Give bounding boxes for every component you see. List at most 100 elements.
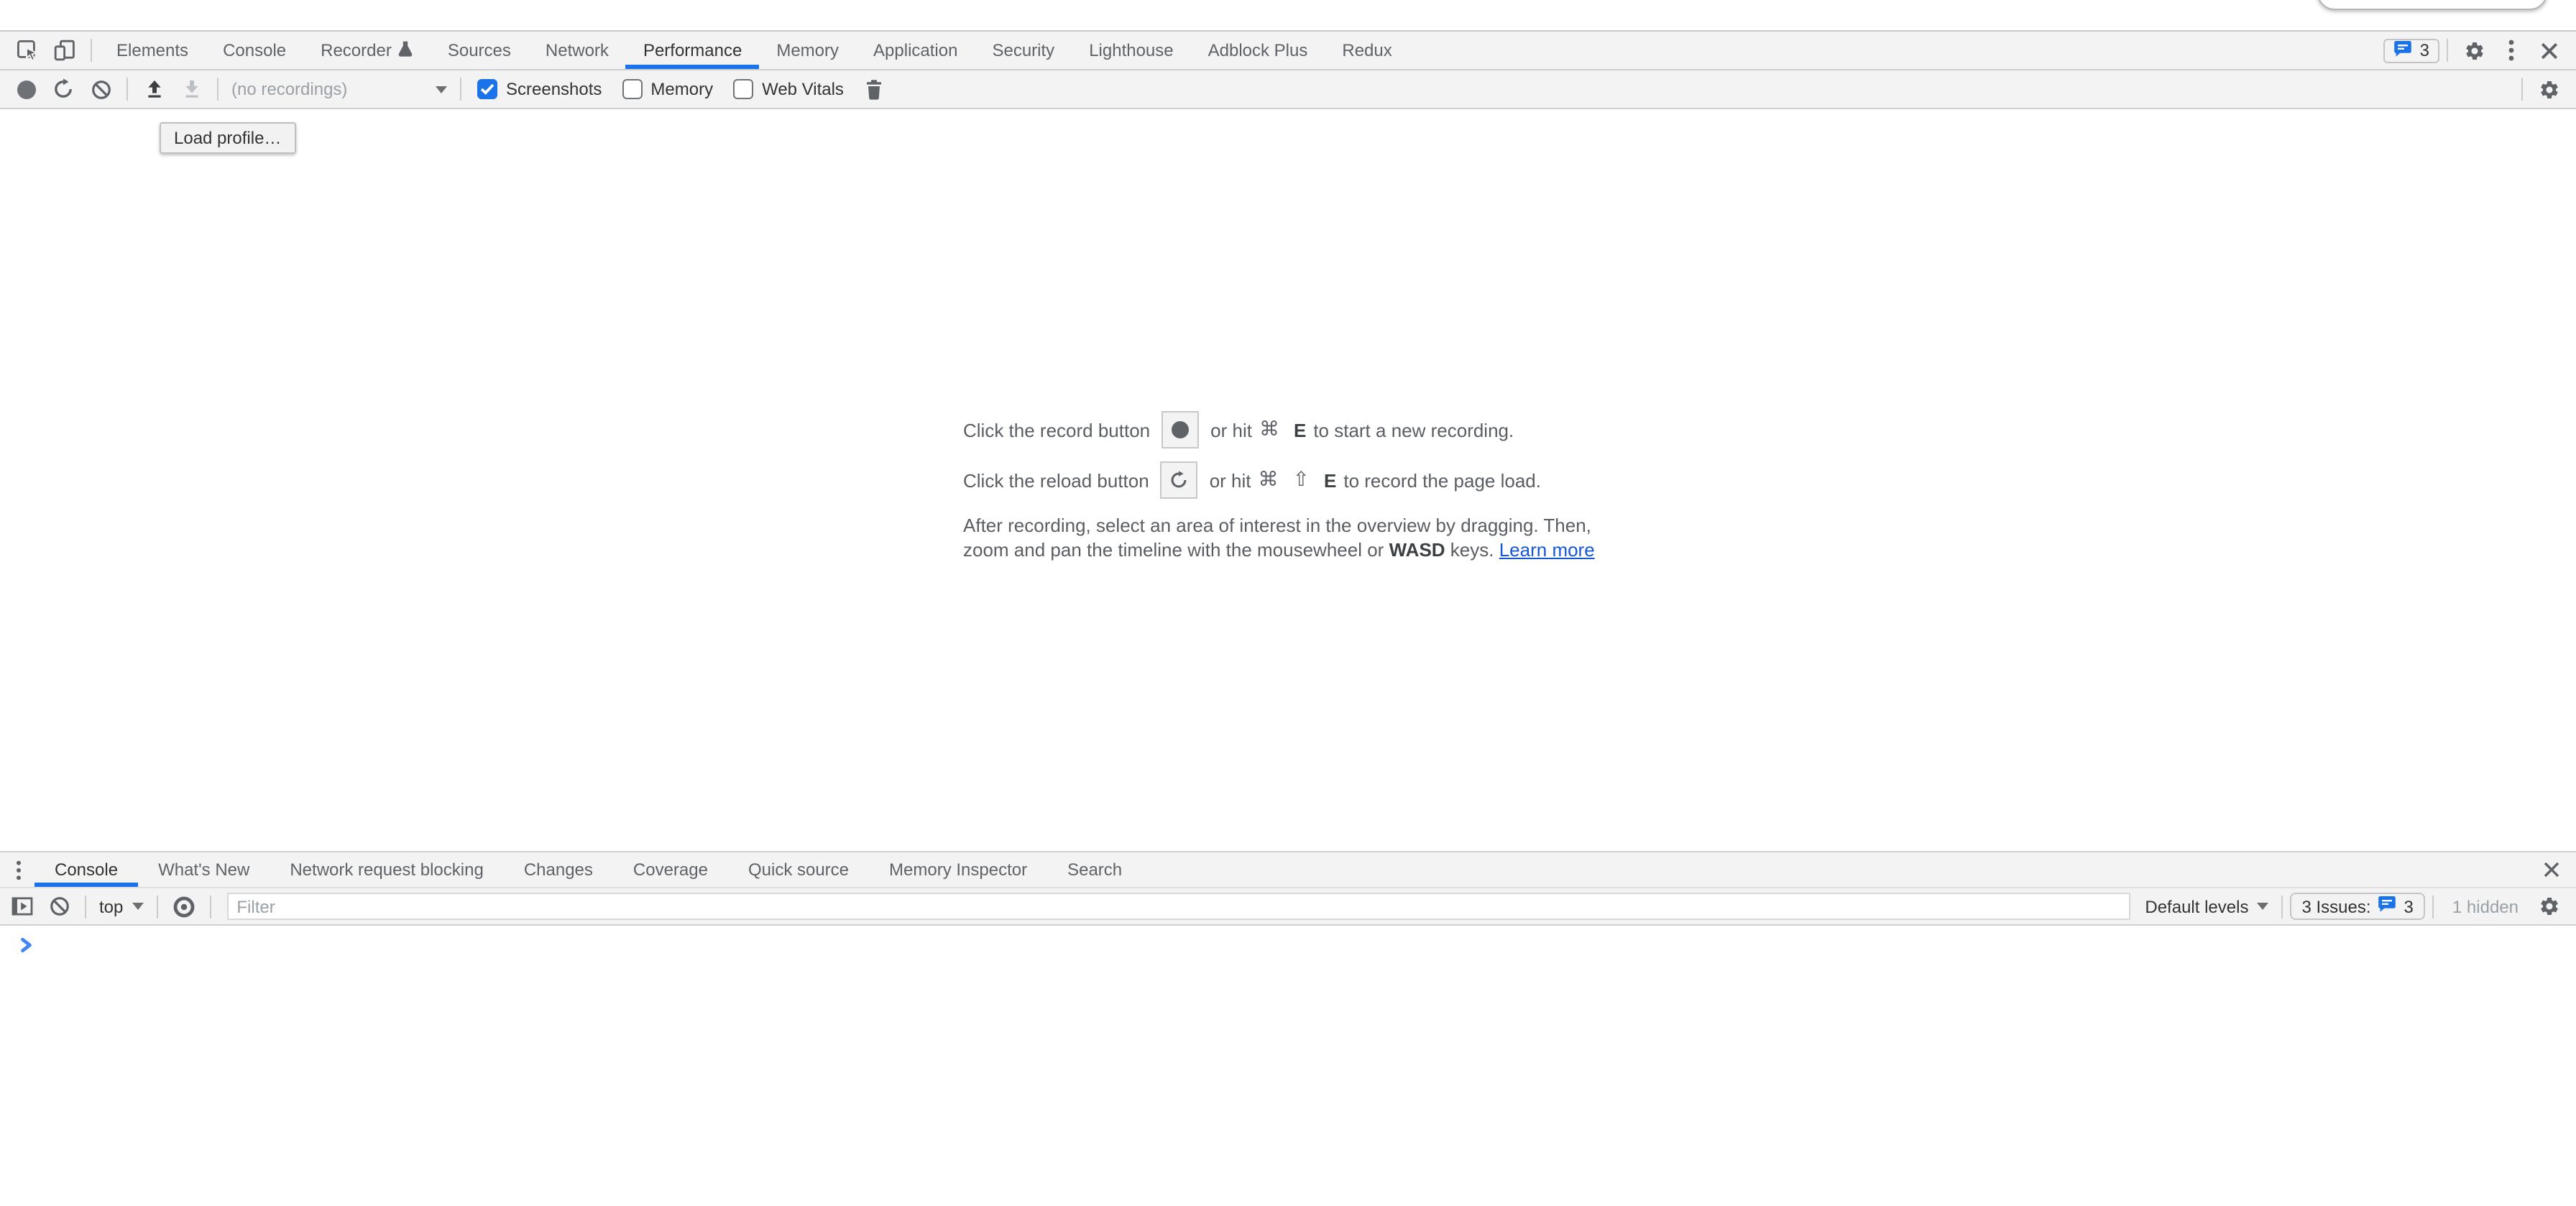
- tab-application[interactable]: Application: [856, 32, 975, 69]
- experiment-flask-icon: [399, 40, 413, 61]
- tab-performance[interactable]: Performance: [626, 32, 759, 69]
- drawer-tab-memory-inspector[interactable]: Memory Inspector: [869, 852, 1047, 887]
- hidden-messages-count: 1 hidden: [2452, 896, 2518, 916]
- separator: [2447, 39, 2448, 62]
- checkbox-label: Screenshots: [506, 79, 602, 99]
- record-button-illustration[interactable]: [1162, 411, 1199, 448]
- top-strip: [0, 0, 2576, 32]
- memory-checkbox[interactable]: Memory: [622, 79, 713, 99]
- save-profile-icon[interactable]: [172, 70, 210, 108]
- tab-label: Memory Inspector: [889, 860, 1027, 880]
- tab-label: Search: [1067, 860, 1122, 880]
- recordings-dropdown[interactable]: (no recordings): [226, 73, 453, 105]
- inspect-element-button[interactable]: [9, 32, 46, 69]
- drawer-tabbar: Console What's New Network request block…: [0, 851, 2576, 887]
- tab-label: Console: [223, 40, 286, 60]
- web-vitals-checkbox[interactable]: Web Vitals: [733, 79, 844, 99]
- show-console-sidebar-icon[interactable]: [3, 888, 40, 925]
- screenshots-checkbox[interactable]: Screenshots: [477, 79, 602, 99]
- tab-sources[interactable]: Sources: [431, 32, 528, 69]
- console-prompt[interactable]: [0, 926, 2576, 954]
- tab-label: Recorder: [321, 40, 392, 60]
- performance-toolbar: (no recordings) Screenshots Memory Web V…: [0, 70, 2576, 109]
- cmd-key-glyph: ⌘: [1259, 418, 1279, 441]
- drawer-tab-network-request-blocking[interactable]: Network request blocking: [270, 852, 503, 887]
- cmd-key-glyph: ⌘: [1259, 469, 1279, 492]
- log-levels-dropdown[interactable]: Default levels: [2139, 896, 2274, 916]
- shortcut-key: E: [1324, 469, 1336, 491]
- separator: [156, 895, 157, 918]
- drawer-tab-changes[interactable]: Changes: [504, 852, 613, 887]
- clear-recordings-icon[interactable]: [82, 70, 119, 108]
- more-tools-icon[interactable]: [3, 851, 34, 888]
- reload-button-illustration[interactable]: [1161, 461, 1198, 499]
- issues-count: 3: [2420, 40, 2429, 60]
- tab-elements[interactable]: Elements: [99, 32, 206, 69]
- settings-gear-icon[interactable]: [2455, 32, 2493, 69]
- separator: [2281, 895, 2283, 918]
- log-levels-value: Default levels: [2145, 896, 2248, 916]
- filter-input[interactable]: [226, 893, 2130, 920]
- more-options-icon[interactable]: [2493, 32, 2530, 69]
- main-tabbar: Elements Console Recorder Sources Networ…: [0, 32, 2576, 70]
- checkbox-checked-icon: [477, 79, 497, 99]
- separator: [85, 895, 86, 918]
- drawer-tab-whats-new[interactable]: What's New: [138, 852, 270, 887]
- tab-label: Redux: [1342, 40, 1392, 60]
- live-expression-eye-icon[interactable]: [165, 888, 202, 925]
- shift-key-glyph: ⇧: [1293, 469, 1310, 492]
- separator: [217, 78, 218, 101]
- tab-lighthouse[interactable]: Lighthouse: [1072, 32, 1190, 69]
- record-button[interactable]: [7, 70, 45, 108]
- issues-label: 3 Issues:: [2301, 896, 2370, 916]
- close-drawer-icon[interactable]: [2533, 851, 2570, 888]
- instruction-text: Click the reload button: [963, 469, 1149, 491]
- chevron-down-icon: [436, 86, 447, 93]
- separator: [460, 78, 461, 101]
- drawer-tab-search[interactable]: Search: [1047, 852, 1142, 887]
- clear-console-icon[interactable]: [40, 888, 78, 925]
- devtools-window: Elements Console Recorder Sources Networ…: [0, 0, 2576, 1206]
- drawer-tab-quick-source[interactable]: Quick source: [728, 852, 869, 887]
- chevron-down-icon: [132, 903, 143, 910]
- tab-memory[interactable]: Memory: [759, 32, 856, 69]
- load-profile-tooltip: Load profile…: [160, 122, 295, 154]
- checkbox-label: Web Vitals: [762, 79, 844, 99]
- reload-instruction-row: Click the reload button or hit ⌘ ⇧ E to …: [963, 461, 1613, 499]
- drawer-tab-console[interactable]: Console: [34, 852, 138, 887]
- tab-recorder[interactable]: Recorder: [303, 32, 431, 69]
- tab-adblock-plus[interactable]: Adblock Plus: [1191, 32, 1325, 69]
- tab-label: Lighthouse: [1089, 40, 1173, 60]
- tab-redux[interactable]: Redux: [1325, 32, 1409, 69]
- issues-count: 3: [2404, 896, 2414, 916]
- tab-console[interactable]: Console: [206, 32, 303, 69]
- tab-label: What's New: [158, 860, 249, 880]
- separator: [2432, 895, 2434, 918]
- chevron-down-icon: [2257, 903, 2268, 910]
- reload-and-record-button[interactable]: [45, 70, 82, 108]
- tab-label: Network request blocking: [290, 860, 483, 880]
- learn-more-link[interactable]: Learn more: [1499, 539, 1595, 561]
- device-toolbar-button[interactable]: [46, 32, 83, 69]
- close-devtools-icon[interactable]: [2530, 32, 2567, 69]
- tab-label: Performance: [643, 40, 742, 60]
- console-settings-gear-icon[interactable]: [2530, 888, 2567, 925]
- javascript-context-dropdown[interactable]: top: [93, 896, 149, 916]
- performance-empty-state: Click the record button or hit ⌘ E to st…: [963, 398, 1613, 562]
- console-messages-area[interactable]: [0, 926, 2576, 1206]
- perf-toolbar-right: [2514, 70, 2576, 108]
- tab-security[interactable]: Security: [975, 32, 1072, 69]
- instruction-text: or hit: [1210, 419, 1252, 441]
- tab-label: Sources: [448, 40, 511, 60]
- recordings-dropdown-value: (no recordings): [231, 79, 347, 99]
- tab-network[interactable]: Network: [528, 32, 626, 69]
- issues-counter-button[interactable]: 3: [2384, 38, 2439, 63]
- tab-label: Memory: [776, 40, 839, 60]
- wasd-keys: WASD: [1389, 539, 1445, 561]
- issues-button[interactable]: 3 Issues: 3: [2290, 893, 2424, 920]
- trash-icon[interactable]: [855, 70, 893, 108]
- tab-label: Application: [873, 40, 957, 60]
- drawer-tab-coverage[interactable]: Coverage: [613, 852, 728, 887]
- load-profile-icon[interactable]: [135, 70, 172, 108]
- capture-settings-gear-icon[interactable]: [2530, 70, 2567, 108]
